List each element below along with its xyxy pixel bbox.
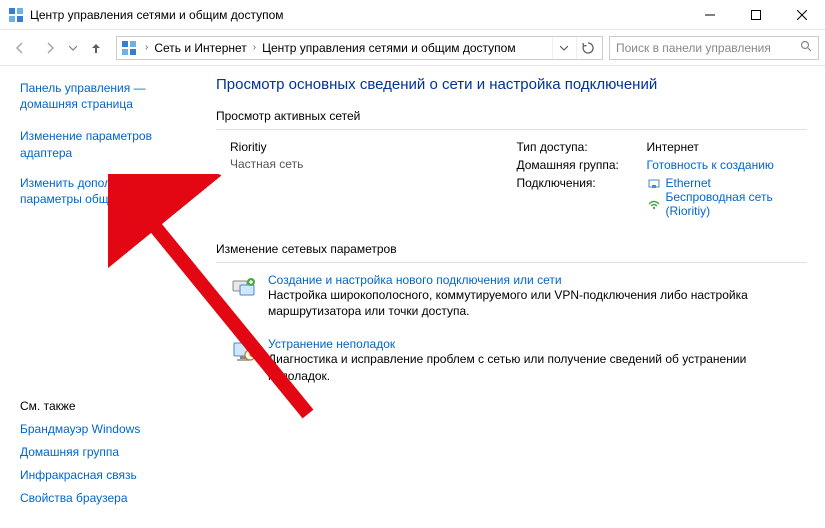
app-icon [8,7,24,23]
sidebar-home-link[interactable]: Панель управления — домашняя страница [20,80,194,112]
breadcrumb-icon [121,40,137,56]
connections-label: Подключения: [517,176,647,218]
new-connection-desc: Настройка широкополосного, коммутируемог… [268,287,807,319]
recent-dropdown[interactable] [66,35,80,61]
breadcrumb-dropdown[interactable] [552,37,574,59]
breadcrumb-seg-1[interactable]: Сеть и Интернет [154,41,246,55]
sidebar-link-advanced-sharing[interactable]: Изменить дополнительные параметры общего… [20,175,194,207]
troubleshoot-link[interactable]: Устранение неполадок [268,337,395,351]
access-type-value: Интернет [647,140,808,154]
troubleshoot-desc: Диагностика и исправление проблем с сеть… [268,351,807,383]
sidebar-link-infrared[interactable]: Инфракрасная связь [20,468,194,482]
new-connection-icon [230,273,258,301]
sidebar-link-homegroup[interactable]: Домашняя группа [20,445,194,459]
connection-wifi[interactable]: Беспроводная сеть (Rioritiy) [666,190,808,218]
troubleshoot-icon [230,337,258,365]
divider [216,262,807,263]
wifi-icon [647,197,661,211]
sidebar-link-adapter-settings[interactable]: Изменение параметров адаптера [20,128,194,160]
network-name: Rioritiy [230,140,517,154]
search-placeholder: Поиск в панели управления [616,41,771,55]
new-connection-link[interactable]: Создание и настройка нового подключения … [268,273,562,287]
active-networks-heading: Просмотр активных сетей [216,109,807,123]
network-type: Частная сеть [230,157,517,171]
search-icon [800,40,812,55]
see-also-heading: См. также [20,399,194,413]
breadcrumb-seg-2[interactable]: Центр управления сетями и общим доступом [262,41,516,55]
network-row: Rioritiy Частная сеть Тип доступа: Интер… [230,140,807,218]
maximize-button[interactable] [733,0,779,30]
connection-ethernet[interactable]: Ethernet [666,176,711,190]
search-input[interactable]: Поиск в панели управления [609,36,819,60]
sidebar-link-firewall[interactable]: Брандмауэр Windows [20,422,194,436]
back-button[interactable] [6,35,34,61]
change-settings-heading: Изменение сетевых параметров [216,242,807,256]
window-title: Центр управления сетями и общим доступом [30,8,284,22]
chevron-icon[interactable]: › [141,42,152,53]
homegroup-link[interactable]: Готовность к созданию [647,158,774,172]
page-title: Просмотр основных сведений о сети и наст… [216,76,807,93]
divider [216,129,807,130]
ethernet-icon [647,176,661,190]
breadcrumb[interactable]: › Сеть и Интернет › Центр управления сет… [116,36,603,60]
sidebar-link-browser-properties[interactable]: Свойства браузера [20,491,194,505]
minimize-button[interactable] [687,0,733,30]
up-button[interactable] [82,35,110,61]
homegroup-label: Домашняя группа: [517,158,647,172]
refresh-button[interactable] [576,37,598,59]
chevron-icon[interactable]: › [249,42,260,53]
forward-button[interactable] [36,35,64,61]
access-type-label: Тип доступа: [517,140,647,154]
close-button[interactable] [779,0,825,30]
